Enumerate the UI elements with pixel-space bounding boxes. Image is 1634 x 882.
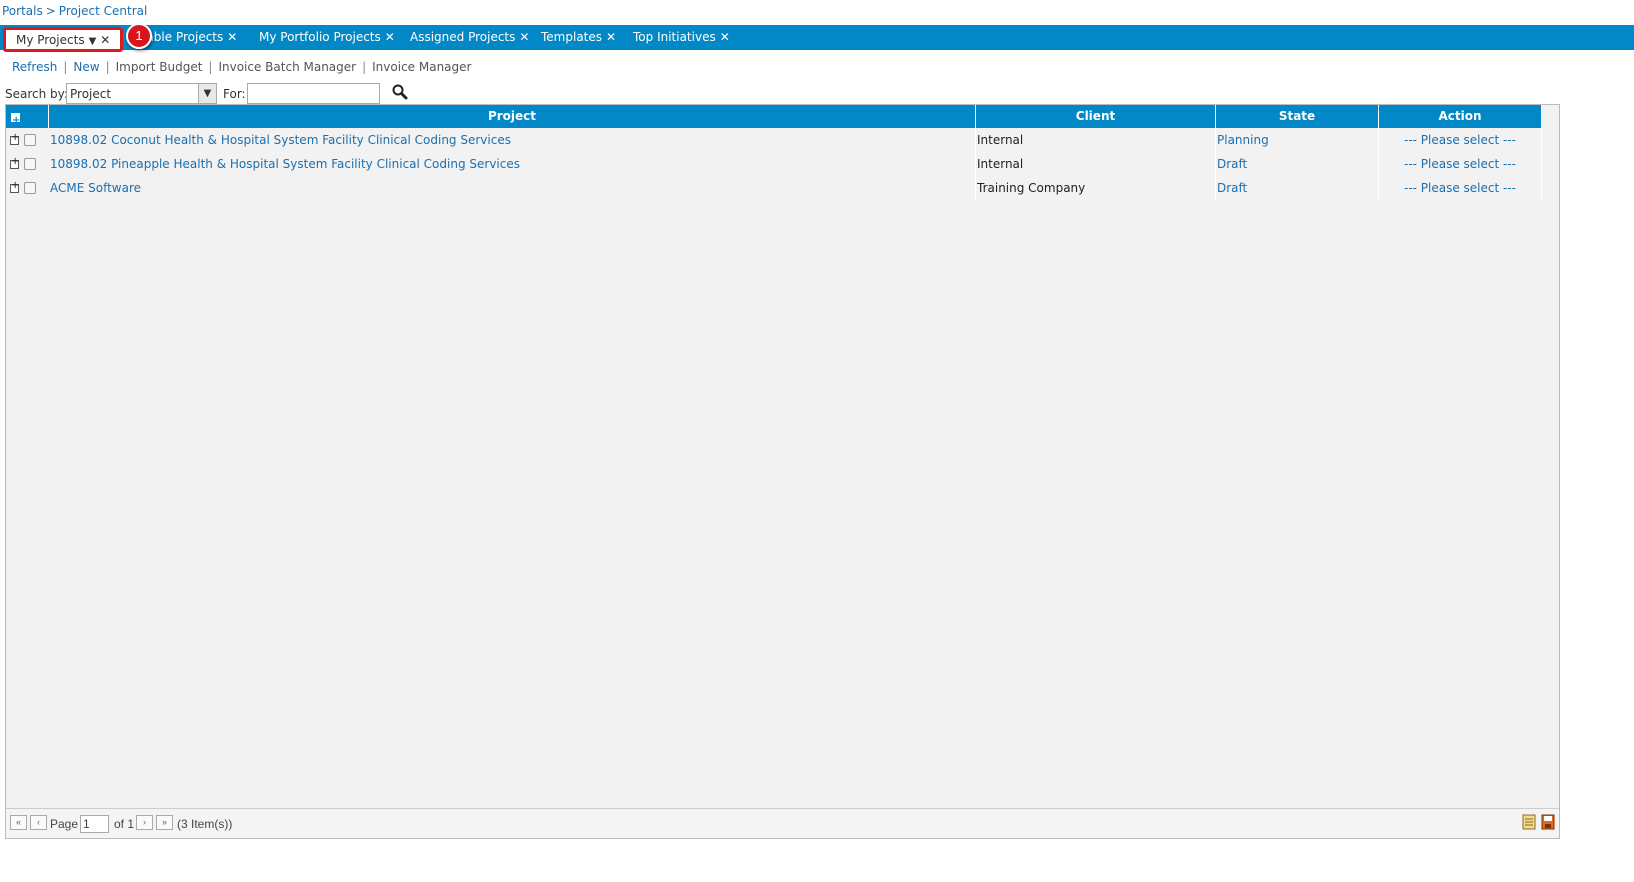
action-select[interactable]: --- Please select --- [1379, 176, 1542, 200]
client-cell: Internal [977, 152, 1216, 176]
pager: « ‹ Page 1 of 1 › » (3 Item(s)) [6, 808, 1559, 838]
search-input[interactable] [247, 83, 380, 104]
action-select[interactable]: --- Please select --- [1379, 128, 1542, 152]
column-header-project[interactable]: Project [49, 105, 976, 128]
state-link[interactable]: Planning [1217, 128, 1379, 152]
expand-all-icon[interactable] [11, 109, 20, 132]
import-budget-link[interactable]: Import Budget [116, 60, 203, 74]
project-link[interactable]: ACME Software [50, 176, 976, 200]
tab-label: Assigned Projects [410, 30, 516, 44]
search-by-value: Project [70, 87, 112, 101]
invoice-batch-manager-link[interactable]: Invoice Batch Manager [218, 60, 356, 74]
project-link[interactable]: 10898.02 Pineapple Health & Hospital Sys… [50, 152, 976, 176]
client-cell: Internal [977, 128, 1216, 152]
expand-row-icon[interactable] [10, 180, 19, 193]
tab-templates[interactable]: Templates ✕ [541, 25, 616, 50]
project-link[interactable]: 10898.02 Coconut Health & Hospital Syste… [50, 128, 976, 152]
expand-all-column [6, 105, 49, 132]
state-link[interactable]: Draft [1217, 152, 1379, 176]
page-label: Page [50, 817, 79, 831]
breadcrumb-project-central[interactable]: Project Central [59, 4, 148, 18]
tab-bar: My Projects ▼ ✕ ...able Projects ✕ My Portf… [0, 25, 1634, 52]
expand-row-icon[interactable] [10, 132, 19, 145]
tab-my-portfolio-projects[interactable]: My Portfolio Projects ✕ [259, 25, 395, 50]
client-cell: Training Company [977, 176, 1216, 200]
item-count-label: (3 Item(s)) [177, 817, 233, 831]
save-icon[interactable] [1541, 814, 1555, 830]
toolbar-separator: | [63, 60, 68, 74]
table-row: 10898.02 Coconut Health & Hospital Syste… [6, 128, 1542, 152]
tab-label: My Projects [16, 33, 85, 47]
chevron-down-icon[interactable]: ▼ [198, 84, 216, 103]
projects-grid: Project Client State Action 10898.02 Coc… [5, 104, 1560, 839]
grid-header: Project Client State Action [6, 105, 1542, 132]
tab-label: Top Initiatives [633, 30, 716, 44]
previous-page-icon[interactable]: ‹ [30, 815, 47, 830]
expand-row-icon[interactable] [10, 156, 19, 169]
row-checkbox[interactable] [24, 134, 36, 146]
export-excel-icon[interactable] [1522, 814, 1536, 830]
tab-label: Templates [541, 30, 603, 44]
search-icon[interactable] [391, 83, 409, 101]
for-label: For: [223, 87, 246, 101]
action-select[interactable]: --- Please select --- [1379, 152, 1542, 176]
close-icon[interactable]: ✕ [720, 30, 730, 44]
close-icon[interactable]: ✕ [606, 30, 616, 44]
breadcrumb-separator: > [45, 4, 56, 18]
tab-label: My Portfolio Projects [259, 30, 381, 44]
new-link[interactable]: New [73, 60, 99, 74]
search-by-select[interactable]: Project ▼ [66, 83, 217, 104]
page-number-input[interactable]: 1 [80, 815, 109, 833]
next-page-icon[interactable]: › [136, 815, 153, 830]
table-row: ACME Software Training Company Draft ---… [6, 176, 1542, 200]
tab-available-projects[interactable]: ...able Projects ✕ [135, 25, 237, 50]
row-checkbox[interactable] [24, 182, 36, 194]
close-icon[interactable]: ✕ [519, 30, 529, 44]
close-icon[interactable]: ✕ [385, 30, 395, 44]
tab-top-initiatives[interactable]: Top Initiatives ✕ [633, 25, 730, 50]
callout-badge-1: 1 [126, 23, 152, 49]
close-icon[interactable]: ✕ [100, 33, 110, 47]
first-page-icon[interactable]: « [10, 815, 27, 830]
row-checkbox[interactable] [24, 158, 36, 170]
column-header-action[interactable]: Action [1379, 105, 1542, 128]
tab-assigned-projects[interactable]: Assigned Projects ✕ [410, 25, 529, 50]
last-page-icon[interactable]: » [156, 815, 173, 830]
table-row: 10898.02 Pineapple Health & Hospital Sys… [6, 152, 1542, 176]
toolbar-separator: | [208, 60, 213, 74]
page-count-label: of 1 [114, 817, 135, 831]
dropdown-caret-icon[interactable]: ▼ [89, 36, 97, 47]
breadcrumb: Portals > Project Central [2, 4, 147, 18]
invoice-manager-link[interactable]: Invoice Manager [372, 60, 471, 74]
column-header-client[interactable]: Client [976, 105, 1216, 128]
action-toolbar: Refresh | New | Import Budget | Invoice Batch … [10, 60, 473, 74]
refresh-link[interactable]: Refresh [12, 60, 57, 74]
state-link[interactable]: Draft [1217, 176, 1379, 200]
search-by-label: Search by: [5, 87, 68, 101]
toolbar-separator: | [105, 60, 110, 74]
toolbar-separator: | [362, 60, 367, 74]
close-icon[interactable]: ✕ [227, 30, 237, 44]
column-header-state[interactable]: State [1216, 105, 1379, 128]
tab-my-projects[interactable]: My Projects ▼ ✕ [3, 27, 124, 52]
breadcrumb-portals[interactable]: Portals [2, 4, 43, 18]
